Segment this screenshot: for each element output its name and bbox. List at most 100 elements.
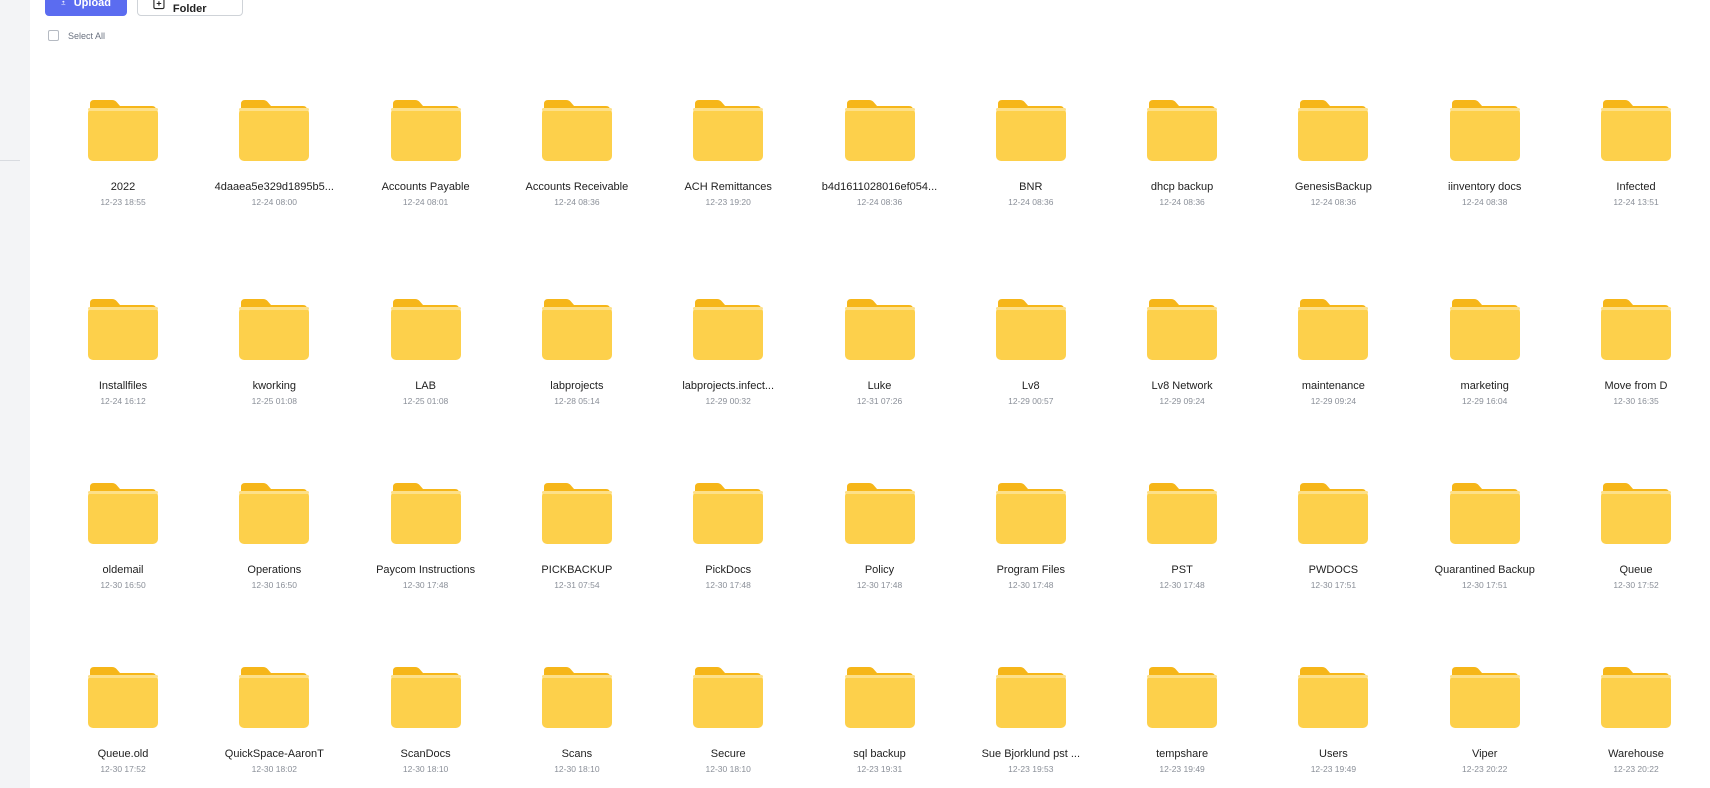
folder-item[interactable]: Lv8 Network 12-29 09:24: [1107, 297, 1257, 408]
folder-item[interactable]: PickDocs 12-30 17:48: [653, 481, 803, 592]
select-all-checkbox[interactable]: [48, 30, 59, 41]
folder-name: dhcp backup: [1150, 181, 1214, 193]
folder-name: QuickSpace-AaronT: [224, 748, 324, 760]
folder-icon: [1601, 299, 1671, 360]
folder-name: Policy: [864, 564, 895, 576]
folder-date: 12-30 18:02: [251, 764, 297, 774]
folder-name: Lv8: [1021, 380, 1040, 392]
folder-item[interactable]: PWDOCS 12-30 17:51: [1258, 481, 1408, 592]
folder-name: Move from D: [1604, 380, 1668, 392]
folder-date: 12-24 08:36: [554, 197, 600, 207]
folder-item[interactable]: Secure 12-30 18:10: [653, 665, 803, 776]
folder-item[interactable]: QuickSpace-AaronT 12-30 18:02: [199, 665, 349, 776]
folder-name: LAB: [415, 380, 436, 392]
folder-date: 12-24 13:51: [1613, 197, 1659, 207]
folder-item[interactable]: tempshare 12-23 19:49: [1107, 665, 1257, 776]
folder-item[interactable]: b4d1611028016ef054... 12-24 08:36: [805, 98, 955, 209]
folder-item[interactable]: sql backup 12-23 19:31: [805, 665, 955, 776]
folder-item[interactable]: iinventory docs 12-24 08:38: [1410, 98, 1560, 209]
toolbar: Upload New Folder: [45, 0, 243, 16]
folder-item[interactable]: Viper 12-23 20:22: [1410, 665, 1560, 776]
folder-item[interactable]: Accounts Payable 12-24 08:01: [351, 98, 501, 209]
folder-item[interactable]: Accounts Receivable 12-24 08:36: [502, 98, 652, 209]
folder-item[interactable]: Operations 12-30 16:50: [199, 481, 349, 592]
folder-item[interactable]: oldemail 12-30 16:50: [48, 481, 198, 592]
folder-item[interactable]: kworking 12-25 01:08: [199, 297, 349, 408]
new-folder-button[interactable]: New Folder: [137, 0, 243, 16]
folder-date: 12-30 17:52: [1613, 580, 1659, 590]
folder-date: 12-30 17:48: [856, 580, 903, 590]
folder-item[interactable]: BNR 12-24 08:36: [956, 98, 1106, 209]
folder-icon: [844, 483, 915, 544]
folder-name: Warehouse: [1608, 748, 1664, 760]
folder-item[interactable]: Scans 12-30 18:10: [502, 665, 652, 776]
folder-name: Queue.old: [97, 748, 149, 760]
folder-icon: [844, 299, 915, 360]
folder-date: 12-30 17:48: [705, 580, 751, 590]
folder-item[interactable]: PICKBACKUP 12-31 07:54: [502, 481, 652, 592]
folder-item[interactable]: LAB 12-25 01:08: [351, 297, 501, 408]
folder-item[interactable]: Paycom Instructions 12-30 17:48: [351, 481, 501, 592]
folder-item[interactable]: Queue.old 12-30 17:52: [48, 665, 198, 776]
upload-icon: [61, 0, 66, 6]
folder-item[interactable]: 4daaea5e329d1895b5... 12-24 08:00: [199, 98, 349, 209]
folder-item[interactable]: dhcp backup 12-24 08:36: [1107, 98, 1257, 209]
folder-name: iinventory docs: [1448, 181, 1522, 193]
folder-item[interactable]: 2022 12-23 18:55: [48, 98, 198, 209]
folder-item[interactable]: Lv8 12-29 00:57: [956, 297, 1106, 408]
folder-date: 12-23 18:55: [100, 197, 146, 207]
folder-icon: [88, 483, 158, 544]
folder-item[interactable]: GenesisBackup 12-24 08:36: [1258, 98, 1408, 209]
new-folder-icon: [153, 0, 165, 9]
folder-item[interactable]: Luke 12-31 07:26: [805, 297, 955, 408]
folder-icon: [995, 483, 1066, 544]
folder-item[interactable]: Infected 12-24 13:51: [1561, 98, 1710, 209]
folder-date: 12-23 19:49: [1159, 764, 1205, 774]
folder-item[interactable]: PST 12-30 17:48: [1107, 481, 1257, 592]
folder-item[interactable]: ScanDocs 12-30 18:10: [351, 665, 501, 776]
folder-item[interactable]: Program Files 12-30 17:48: [956, 481, 1106, 592]
folder-item[interactable]: ACH Remittances 12-23 19:20: [653, 98, 803, 209]
folder-item[interactable]: Sue Bjorklund pst ... 12-23 19:53: [956, 665, 1106, 776]
folder-item[interactable]: Installfiles 12-24 16:12: [48, 297, 198, 408]
folder-icon: [239, 100, 310, 161]
folder-date: 12-23 19:31: [856, 764, 903, 774]
folder-item[interactable]: marketing 12-29 16:04: [1410, 297, 1560, 408]
folder-item[interactable]: labprojects 12-28 05:14: [502, 297, 652, 408]
folder-name: Accounts Receivable: [525, 181, 629, 193]
folder-name: sql backup: [853, 748, 906, 760]
folder-item[interactable]: labprojects.infect... 12-29 00:32: [653, 297, 803, 408]
folder-name: Secure: [710, 748, 746, 760]
folder-date: 12-24 08:00: [251, 197, 297, 207]
folder-date: 12-29 16:04: [1462, 396, 1508, 406]
folder-item[interactable]: Users 12-23 19:49: [1258, 665, 1408, 776]
folder-item[interactable]: Policy 12-30 17:48: [805, 481, 955, 592]
folder-item[interactable]: Warehouse 12-23 20:22: [1561, 665, 1710, 776]
folder-item[interactable]: Queue 12-30 17:52: [1561, 481, 1710, 592]
folder-date: 12-23 19:53: [1008, 764, 1054, 774]
folder-date: 12-29 09:24: [1310, 396, 1357, 406]
folder-icon: [693, 667, 764, 728]
upload-button[interactable]: Upload: [45, 0, 127, 16]
folder-date: 12-30 16:35: [1613, 396, 1659, 406]
select-all[interactable]: Select All: [48, 30, 105, 41]
folder-icon: [541, 100, 612, 161]
folder-icon: [88, 299, 158, 360]
folder-item[interactable]: maintenance 12-29 09:24: [1258, 297, 1408, 408]
folder-name: Viper: [1471, 748, 1498, 760]
folder-date: 12-30 16:50: [100, 580, 146, 590]
folder-item[interactable]: Move from D 12-30 16:35: [1561, 297, 1710, 408]
folder-name: marketing: [1460, 380, 1509, 392]
folder-icon: [844, 667, 915, 728]
folder-icon: [390, 667, 461, 728]
folder-name: Scans: [561, 748, 593, 760]
folder-icon: [693, 100, 764, 161]
folder-date: 12-30 18:10: [554, 764, 600, 774]
folder-icon: [844, 100, 915, 161]
folder-date: 12-25 01:08: [251, 396, 297, 406]
folder-item[interactable]: Quarantined Backup 12-30 17:51: [1410, 481, 1560, 592]
folder-name: PickDocs: [705, 564, 752, 576]
folder-name: GenesisBackup: [1294, 181, 1372, 193]
folder-name: PICKBACKUP: [541, 564, 613, 576]
folder-icon: [1298, 667, 1369, 728]
